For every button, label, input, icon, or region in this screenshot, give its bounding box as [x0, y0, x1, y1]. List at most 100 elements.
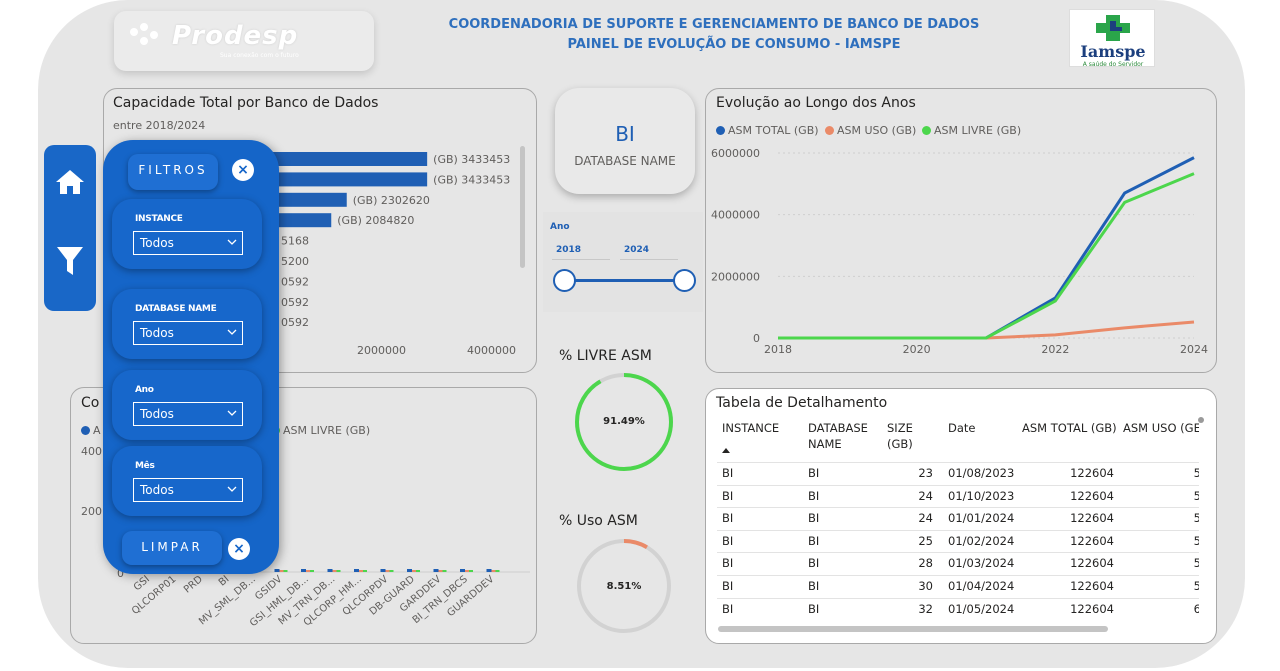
- table-cell: BI: [722, 488, 734, 503]
- table-cell: 5: [1193, 488, 1199, 503]
- clear-filters-button[interactable]: LIMPAR: [122, 531, 222, 565]
- capacity-scrollbar[interactable]: [520, 146, 525, 268]
- table-cell: 122604: [1070, 556, 1114, 571]
- evolution-legend-total: ASM TOTAL (GB): [716, 124, 819, 137]
- clear-filters-icon[interactable]: ×: [228, 538, 250, 560]
- year-slicer-label: Ano: [550, 222, 570, 232]
- filter-icon[interactable]: [56, 245, 84, 277]
- comparison-bar-total: [274, 569, 280, 572]
- capacity-bar-label: (GB) 3433453: [433, 173, 510, 186]
- table-row-divider: [717, 552, 1199, 554]
- table-cell: 25: [918, 533, 933, 548]
- table-cell: 122604: [1070, 511, 1114, 526]
- comparison-bar-total: [433, 569, 439, 572]
- table-cell: 122604: [1070, 533, 1114, 548]
- table-header-cell[interactable]: INSTANCE: [722, 420, 802, 436]
- evolution-y-tick: 0: [753, 332, 760, 345]
- nav-bar: [44, 145, 96, 311]
- home-icon[interactable]: [55, 168, 85, 196]
- uso-gauge-value: 8.51%: [606, 581, 642, 592]
- evolution-chart: 6000000 4000000 2000000 0 2018 2020 2022 2024: [711, 147, 1208, 356]
- table-cell: 01/08/2023: [948, 466, 1015, 480]
- table-row-divider: [717, 484, 1199, 486]
- header-line2: PAINEL DE EVOLUÇÃO DE CONSUMO - IAMSPE: [567, 37, 901, 52]
- filter-select-mes[interactable]: Todos: [133, 478, 243, 502]
- table-cell: 01/01/2024: [948, 511, 1015, 526]
- table-row-divider: [717, 597, 1199, 599]
- table-header-cell[interactable]: SIZE (GB): [887, 420, 939, 452]
- capacity-title: Capacidade Total por Banco de Dados: [113, 95, 379, 111]
- filter-group-instance: INSTANCE Todos: [112, 199, 262, 269]
- comparison-category-label: GUARDDEV: [445, 574, 496, 619]
- table-hscroll[interactable]: [718, 626, 1108, 632]
- detail-table: INSTANCE DATABASE NAME SIZE (GB) Date ASM TO…: [705, 412, 1199, 622]
- table-cell: 28: [918, 556, 933, 571]
- table-cell: BI: [722, 556, 734, 571]
- comparison-bar-livre: [363, 570, 367, 572]
- header-line1: COORDENADORIA DE SUPORTE E GERENCIAMENTO…: [448, 17, 980, 32]
- filter-select-ano[interactable]: Todos: [133, 402, 243, 426]
- table-cell: 23: [918, 466, 933, 480]
- year-slider-start-handle[interactable]: [553, 269, 576, 292]
- comparison-bar-total: [486, 569, 492, 572]
- table-cell: BI: [722, 466, 734, 480]
- filter-select-instance[interactable]: Todos: [133, 231, 243, 255]
- sort-ascending-icon[interactable]: [722, 448, 730, 453]
- table-cell: BI: [722, 601, 734, 616]
- filter-label-ano: Ano: [135, 385, 154, 395]
- table-cell: BI: [722, 579, 734, 593]
- table-cell: 6: [1193, 601, 1199, 616]
- filter-select-database[interactable]: Todos: [133, 321, 243, 345]
- comparison-bar-total: [301, 569, 306, 572]
- chevron-down-icon: [227, 486, 237, 492]
- comparison-bar-livre: [469, 570, 473, 572]
- table-cell: BI: [722, 511, 734, 526]
- evolution-y-tick: 2000000: [711, 270, 760, 283]
- table-cell: BI: [808, 601, 820, 616]
- evolution-line-livre: [778, 172, 1195, 340]
- year-end-input[interactable]: 2024: [620, 240, 678, 260]
- table-header-cell[interactable]: Date: [948, 420, 1020, 436]
- table-cell: 5: [1193, 556, 1199, 571]
- comparison-bar-uso: [306, 570, 310, 572]
- comparison-ytick-0: 400: [81, 445, 102, 458]
- table-vscroll[interactable]: [1198, 417, 1204, 423]
- evolution-title: Evolução ao Longo dos Anos: [716, 95, 916, 111]
- comparison-bar-uso: [332, 570, 337, 572]
- capacity-bar-label: 0592: [281, 316, 309, 329]
- prodesp-mark-icon: [130, 23, 158, 45]
- comparison-bar-uso: [279, 570, 284, 572]
- table-cell: BI: [808, 488, 820, 503]
- table-cell: BI: [808, 466, 820, 480]
- comparison-bar-total: [354, 569, 359, 572]
- livre-gauge-value: 91.49%: [603, 416, 645, 427]
- table-header-cell[interactable]: ASM USO (GE: [1123, 420, 1199, 436]
- comparison-bar-uso: [359, 570, 363, 572]
- comparison-bar-uso: [465, 570, 469, 572]
- table-cell: 01/03/2024: [948, 556, 1015, 571]
- evolution-line-total: [778, 156, 1195, 340]
- chevron-down-icon: [227, 410, 237, 416]
- comparison-bar-livre: [283, 570, 288, 572]
- table-header-cell[interactable]: DATABASE NAME: [808, 420, 874, 452]
- capacity-subtitle: entre 2018/2024: [113, 119, 206, 132]
- capacity-bar-label: (GB) 3433453: [433, 153, 510, 166]
- table-cell: BI: [808, 511, 820, 526]
- year-slider-end-handle[interactable]: [673, 269, 696, 292]
- database-card-value: BI: [615, 122, 635, 146]
- filter-label-database: DATABASE NAME: [135, 304, 217, 314]
- database-card-label: DATABASE NAME: [574, 154, 676, 168]
- comparison-bar-total: [380, 569, 386, 572]
- table-cell: BI: [808, 579, 820, 593]
- table-row-divider: [717, 507, 1199, 509]
- table-header-cell[interactable]: ASM TOTAL (GB): [1022, 420, 1117, 436]
- close-filters-icon[interactable]: ×: [232, 159, 254, 181]
- livre-gauge-title: % LIVRE ASM: [559, 348, 652, 364]
- comparison-bar-uso: [438, 570, 443, 572]
- comparison-bar-livre: [442, 570, 447, 572]
- year-start-input[interactable]: 2018: [552, 240, 610, 260]
- evolution-x-tick: 2018: [764, 343, 792, 356]
- filters-title-button[interactable]: FILTROS: [128, 154, 218, 190]
- table-cell: 30: [918, 579, 933, 593]
- comparison-legend-dot-a: [81, 426, 90, 435]
